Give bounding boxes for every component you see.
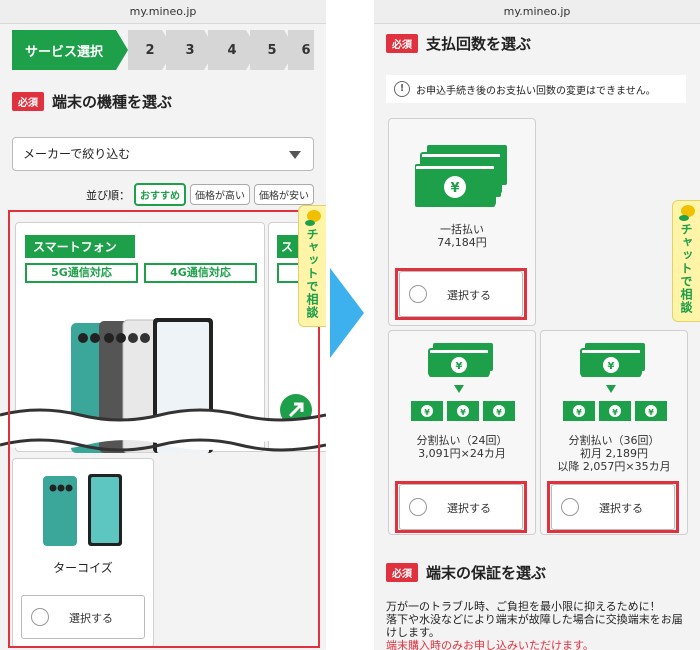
payment-price: 3,091円×24カ月 bbox=[418, 447, 506, 460]
svg-text:¥: ¥ bbox=[612, 408, 618, 417]
sort-price-high-button[interactable]: 価格が高い bbox=[190, 184, 250, 205]
chat-consult-tab[interactable]: チャットで相談 bbox=[672, 200, 700, 322]
step-6: 6 bbox=[288, 30, 314, 70]
installment-cash-icon: ¥ ¥ ¥ ¥ bbox=[411, 343, 515, 421]
highlight-frame bbox=[8, 210, 320, 648]
chat-consult-tab[interactable]: チャットで相談 bbox=[298, 205, 326, 327]
chat-bubble-icon bbox=[305, 220, 315, 226]
payment-title: 分割払い（24回） bbox=[416, 434, 508, 447]
svg-text:¥: ¥ bbox=[496, 408, 502, 417]
warranty-section-title: 端末の保証を選ぶ bbox=[426, 564, 547, 582]
device-section-title: 端末の機種を選ぶ bbox=[52, 93, 173, 111]
sort-options: 並び順： おすすめ 価格が高い 価格が安い bbox=[86, 183, 314, 206]
payment-section-heading: 必須 支払回数を選ぶ bbox=[386, 33, 531, 54]
transition-arrow-icon bbox=[330, 268, 364, 358]
notice-text: お申込手続き後のお支払い回数の変更はできません。 bbox=[416, 85, 656, 97]
svg-text:¥: ¥ bbox=[424, 408, 430, 417]
step-progress-bar: サービス選択 2 3 4 5 6 bbox=[12, 30, 314, 70]
payment-title: 分割払い（36回） bbox=[568, 434, 660, 447]
url-bar: my.mineo.jp bbox=[0, 0, 326, 24]
highlight-outline bbox=[395, 268, 527, 320]
info-icon: ! bbox=[394, 81, 410, 97]
required-badge: 必須 bbox=[386, 34, 418, 53]
warranty-line-1: 万が一のトラブル時、ご負担を最小限に抑えるために！ bbox=[386, 600, 661, 613]
chat-bubble-icon bbox=[679, 215, 689, 221]
left-screen: my.mineo.jp サービス選択 2 3 4 5 6 必須 端末の機種を選ぶ… bbox=[0, 0, 326, 650]
payment-option-36-installments[interactable]: ¥ ¥ ¥ ¥ 分割払い（36回） 初月 2,189円 以降 2,057円×35… bbox=[540, 330, 688, 535]
required-badge: 必須 bbox=[12, 92, 44, 111]
svg-text:¥: ¥ bbox=[456, 361, 463, 372]
step-1-service-select: サービス選択 bbox=[12, 30, 116, 70]
payment-option-lump-sum[interactable]: ¥ 一括払い 74,184円 選択する bbox=[388, 118, 536, 326]
warranty-description: 万が一のトラブル時、ご負担を最小限に抑えるために！ 落下や水没などにより端末が故… bbox=[386, 600, 691, 650]
chevron-down-icon bbox=[289, 151, 301, 159]
highlight-outline bbox=[547, 481, 679, 533]
required-badge: 必須 bbox=[386, 563, 418, 582]
step-4: 4 bbox=[208, 30, 246, 70]
payment-price: 74,184円 bbox=[437, 236, 487, 249]
chat-consult-label: チャットで相談 bbox=[305, 228, 319, 319]
cash-stack-icon: ¥ bbox=[415, 145, 507, 207]
right-screen: my.mineo.jp 必須 支払回数を選ぶ ! お申込手続き後のお支払い回数の… bbox=[374, 0, 700, 650]
step-5: 5 bbox=[250, 30, 284, 70]
sort-price-low-button[interactable]: 価格が安い bbox=[254, 184, 314, 205]
url-bar: my.mineo.jp bbox=[374, 0, 700, 24]
sort-recommended-button[interactable]: おすすめ bbox=[134, 183, 186, 206]
payment-section-title: 支払回数を選ぶ bbox=[426, 35, 532, 53]
payment-option-24-installments[interactable]: ¥ ¥ ¥ ¥ 分割払い（24回） 3,091円×24カ月 選択する bbox=[388, 330, 536, 535]
step-3: 3 bbox=[166, 30, 204, 70]
highlight-outline bbox=[395, 481, 527, 533]
maker-filter-value: メーカーで絞り込む bbox=[23, 147, 131, 161]
payment-detail: 以降 2,057円×35カ月 bbox=[557, 460, 671, 473]
warranty-note: 端末購入時のみお申し込みいただけます。 bbox=[386, 639, 594, 650]
svg-text:¥: ¥ bbox=[608, 361, 615, 372]
payment-notice: ! お申込手続き後のお支払い回数の変更はできません。 bbox=[386, 75, 686, 103]
maker-filter-select[interactable]: メーカーで絞り込む bbox=[12, 137, 314, 171]
svg-text:¥: ¥ bbox=[460, 408, 466, 417]
payment-title: 一括払い bbox=[440, 223, 484, 236]
installment-cash-icon: ¥ ¥ ¥ ¥ bbox=[563, 343, 667, 421]
svg-text:¥: ¥ bbox=[648, 408, 654, 417]
device-section-heading: 必須 端末の機種を選ぶ bbox=[12, 91, 172, 112]
step-chevron bbox=[116, 30, 128, 70]
svg-text:¥: ¥ bbox=[450, 181, 459, 196]
chat-consult-label: チャットで相談 bbox=[679, 223, 693, 314]
warranty-line-2: 落下や水没などにより端末が故障した場合に交換端末をお届けします。 bbox=[386, 613, 683, 639]
sort-label: 並び順： bbox=[86, 188, 130, 202]
payment-price: 初月 2,189円 bbox=[580, 447, 648, 460]
svg-text:¥: ¥ bbox=[576, 408, 582, 417]
step-2: 2 bbox=[128, 30, 162, 70]
warranty-section-heading: 必須 端末の保証を選ぶ bbox=[386, 562, 546, 583]
